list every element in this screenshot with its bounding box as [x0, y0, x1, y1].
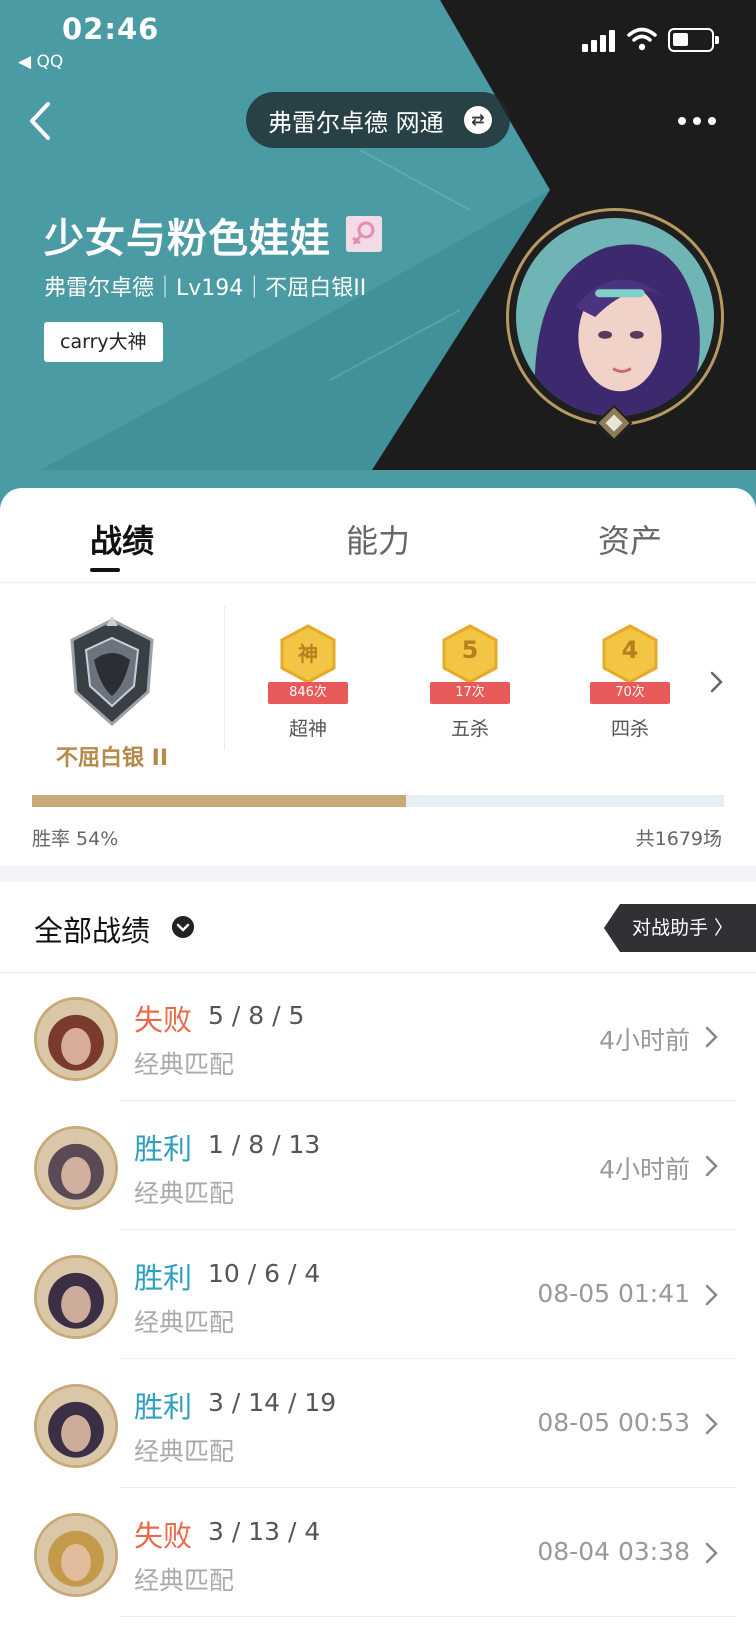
- match-time: 4小时前: [599, 1026, 690, 1055]
- hero-avatar: [34, 1384, 118, 1468]
- badge-count: 846次: [268, 682, 348, 704]
- female-gender-icon: [346, 216, 382, 252]
- match-result: 失败: [134, 1003, 193, 1037]
- match-time: 08-05 01:41: [537, 1279, 690, 1308]
- hero-avatar: [34, 997, 118, 1081]
- chevron-down-icon[interactable]: [172, 916, 194, 938]
- battle-assistant-button[interactable]: 对战助手 〉: [604, 904, 756, 952]
- match-row[interactable]: 失败 3 / 13 / 4 经典匹配 08-04 03:38: [0, 1489, 756, 1617]
- chevron-right-icon: [705, 1026, 718, 1048]
- section-separator: [0, 866, 756, 882]
- badge-count: 70次: [590, 682, 670, 704]
- match-result: 胜利: [134, 1261, 193, 1295]
- player-meta: 弗雷尔卓德｜Lv194｜不屈白银II: [44, 276, 367, 301]
- badge-label: 超神: [288, 718, 327, 740]
- win-rate-bar-fill: [32, 795, 406, 807]
- match-row[interactable]: 胜利 3 / 14 / 19 经典匹配 08-05 00:53: [0, 1360, 756, 1488]
- profile-header: 02:46 ◀ QQ 弗雷尔卓德 网通 ⇄ 少女与粉色娃娃 弗雷尔卓德｜Lv19…: [0, 0, 756, 520]
- tab-record[interactable]: 战绩: [90, 516, 154, 562]
- total-games-text: 共1679场: [635, 828, 722, 850]
- more-options-button[interactable]: [672, 104, 722, 136]
- hero-avatar: [34, 1126, 118, 1210]
- tab-assets[interactable]: 资产: [598, 516, 662, 562]
- match-kda: 3 / 13 / 4: [208, 1517, 321, 1546]
- status-bar: 02:46 ◀ QQ: [0, 0, 756, 80]
- match-mode: 经典匹配: [134, 1050, 235, 1079]
- match-kda: 3 / 14 / 19: [208, 1388, 337, 1417]
- badge-label: 四杀: [610, 718, 649, 740]
- player-avatar[interactable]: [506, 208, 724, 426]
- match-row[interactable]: 失败 5 / 8 / 5 经典匹配 4小时前: [0, 973, 756, 1101]
- match-time: 4小时前: [599, 1155, 690, 1184]
- chevron-right-icon: [705, 1155, 718, 1177]
- tab-bar: 战绩 能力 资产: [0, 488, 756, 583]
- badge-label: 五杀: [450, 718, 489, 740]
- player-name: 少女与粉色娃娃: [44, 216, 331, 262]
- badge-penta-kill[interactable]: 5 17次 五杀: [422, 616, 518, 746]
- server-switcher[interactable]: 弗雷尔卓德 网通 ⇄: [246, 92, 510, 148]
- server-name: 弗雷尔卓德 网通: [268, 108, 444, 137]
- row-divider: [120, 1229, 736, 1230]
- back-arrow-icon[interactable]: [24, 96, 60, 146]
- badge-glyph: 神: [298, 642, 318, 666]
- row-divider: [120, 1100, 736, 1101]
- badge-quadra-kill[interactable]: 4 70次 四杀: [582, 616, 678, 746]
- badge-glyph: 5: [461, 636, 479, 664]
- match-mode: 经典匹配: [134, 1437, 235, 1466]
- back-to-app-link[interactable]: ◀ QQ: [18, 52, 63, 72]
- match-kda: 5 / 8 / 5: [208, 1001, 305, 1030]
- rank-divider: [224, 606, 225, 750]
- win-rate-bar: [32, 795, 724, 807]
- rank-emblem-icon: [70, 616, 154, 727]
- badge-glyph: 4: [621, 636, 639, 664]
- row-divider: [120, 1616, 736, 1617]
- cellular-signal-icon: [582, 30, 618, 52]
- match-mode: 经典匹配: [134, 1308, 235, 1337]
- chevron-right-icon: [705, 1542, 718, 1564]
- history-filter[interactable]: 全部战绩: [34, 908, 150, 950]
- match-result: 失败: [134, 1519, 193, 1553]
- tab-ability[interactable]: 能力: [346, 516, 410, 562]
- match-result: 胜利: [134, 1390, 193, 1424]
- clock: 02:46: [62, 12, 160, 46]
- chevron-right-icon: [705, 1284, 718, 1306]
- match-kda: 10 / 6 / 4: [208, 1259, 321, 1288]
- rank-name: 不屈白银 II: [56, 746, 169, 771]
- chevron-right-icon[interactable]: [704, 670, 728, 694]
- match-row[interactable]: 胜利 1 / 8 / 13 经典匹配 4小时前: [0, 1102, 756, 1230]
- match-row[interactable]: 胜利 10 / 6 / 4 经典匹配 08-05 01:41: [0, 1231, 756, 1359]
- chevron-right-icon: [705, 1413, 718, 1435]
- row-divider: [120, 1358, 736, 1359]
- badge-count: 17次: [430, 682, 510, 704]
- match-time: 08-05 00:53: [537, 1408, 690, 1437]
- battery-icon: [668, 28, 719, 52]
- active-tab-indicator: [90, 568, 120, 572]
- row-divider: [120, 1487, 736, 1488]
- swap-icon: ⇄: [464, 106, 492, 134]
- match-result: 胜利: [134, 1132, 193, 1166]
- match-mode: 经典匹配: [134, 1179, 235, 1208]
- win-rate-text: 胜率 54%: [32, 828, 119, 850]
- match-mode: 经典匹配: [134, 1566, 235, 1595]
- hero-avatar: [34, 1513, 118, 1597]
- match-kda: 1 / 8 / 13: [208, 1130, 321, 1159]
- badge-legendary[interactable]: 神 846次 超神: [260, 616, 356, 746]
- wifi-icon: [627, 27, 657, 51]
- match-time: 08-04 03:38: [537, 1537, 690, 1566]
- hero-avatar: [34, 1255, 118, 1339]
- avatar-portrait: [516, 218, 714, 416]
- player-tag: carry大神: [44, 322, 163, 362]
